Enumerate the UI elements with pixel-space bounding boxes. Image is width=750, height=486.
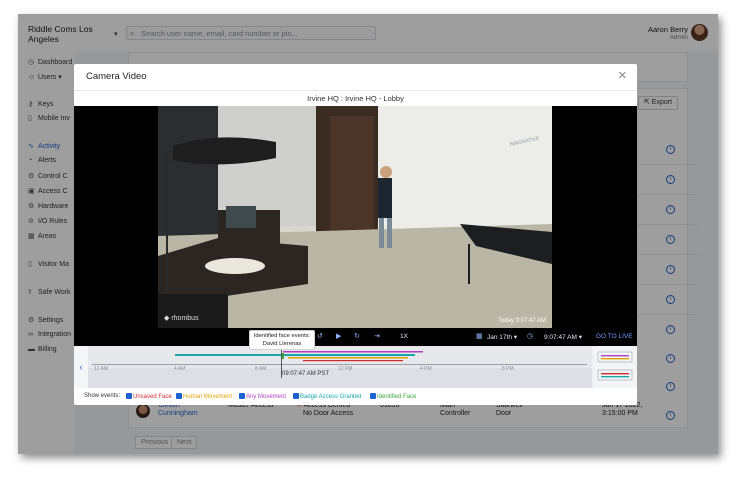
- modal-title: Camera Video: [86, 71, 147, 82]
- checkbox-checked-icon[interactable]: [293, 393, 299, 399]
- rhombus-logo: ◆ rhombus: [164, 315, 199, 322]
- checkbox-checked-icon[interactable]: [126, 393, 132, 399]
- camera-video-modal: Camera Video ✕ Irvine HQ : Irvine HQ - L…: [74, 64, 637, 405]
- tick-label: 8 AM: [255, 366, 267, 372]
- checkbox-checked-icon[interactable]: [239, 393, 245, 399]
- lobby-scene: INNOVATIVE: [158, 106, 552, 328]
- legend-unsaved-face[interactable]: Unsaved Face: [126, 393, 172, 400]
- timeline[interactable]: ‹ 12 AM 4 AM 8 AM 12 PM 4 PM 8 PM 09:07:…: [74, 338, 637, 388]
- date-picker[interactable]: Jan 17th ▾: [487, 333, 517, 341]
- time-picker[interactable]: 9:07:47 AM ▾: [544, 333, 582, 341]
- tick-label: 4 AM: [174, 366, 186, 372]
- event-legend: Show events: Unsaved Face Human Movement…: [74, 388, 637, 405]
- legend-human-movement[interactable]: Human Movement: [176, 393, 232, 400]
- tooltip-name: David Llerenas: [262, 341, 302, 347]
- calendar-icon[interactable]: ▦: [476, 332, 483, 340]
- rewind-icon[interactable]: ↺: [317, 332, 323, 340]
- timeline-zoom-panel[interactable]: [594, 346, 637, 388]
- tick-label: 12 PM: [338, 366, 353, 372]
- skip-end-icon[interactable]: ⇥: [374, 332, 380, 340]
- play-icon[interactable]: ▶: [336, 332, 341, 340]
- camera-name: Irvine HQ : Irvine HQ - Lobby: [307, 94, 404, 103]
- timeline-axis: [92, 364, 587, 365]
- go-to-live-button[interactable]: GO TO LIVE: [596, 333, 633, 340]
- close-icon[interactable]: ✕: [618, 69, 627, 82]
- playback-rate[interactable]: 1X: [400, 333, 408, 340]
- checkbox-checked-icon[interactable]: [370, 393, 376, 399]
- tick-label: 4 PM: [420, 366, 432, 372]
- checkbox-checked-icon[interactable]: [176, 393, 182, 399]
- clock-icon[interactable]: ◷: [527, 332, 533, 340]
- timeline-prev-button[interactable]: ‹: [74, 346, 88, 388]
- video-timestamp: Today 9:07:47 AM: [497, 318, 546, 324]
- tick-label: 8 PM: [502, 366, 514, 372]
- tooltip-title: Identified face events:: [253, 333, 311, 339]
- legend-any-movement[interactable]: Any Movement: [239, 393, 286, 400]
- legend-badge-access[interactable]: Badge Access Granted: [293, 393, 361, 400]
- forward-icon[interactable]: ↻: [354, 332, 360, 340]
- zoom-preview: [597, 351, 633, 381]
- cursor-time-label: 09:07:47 AM PST: [282, 371, 330, 377]
- divider: [74, 90, 637, 91]
- legend-label: Show events:: [84, 393, 121, 399]
- app-window: Riddle Coms Los Angeles ▾ ⌕ Search user …: [18, 14, 718, 454]
- video-frame[interactable]: INNOVATIVE ◆ rhombus Today 9:07:47 AM: [158, 106, 552, 328]
- video-player[interactable]: INNOVATIVE ◆ rhombus Today 9:07:47 AM ↺ …: [74, 106, 637, 346]
- legend-identified-face[interactable]: Identified Face: [370, 393, 416, 400]
- tick-label: 12 AM: [94, 366, 109, 372]
- face-event-tooltip: Identified face events: David Llerenas: [249, 330, 315, 350]
